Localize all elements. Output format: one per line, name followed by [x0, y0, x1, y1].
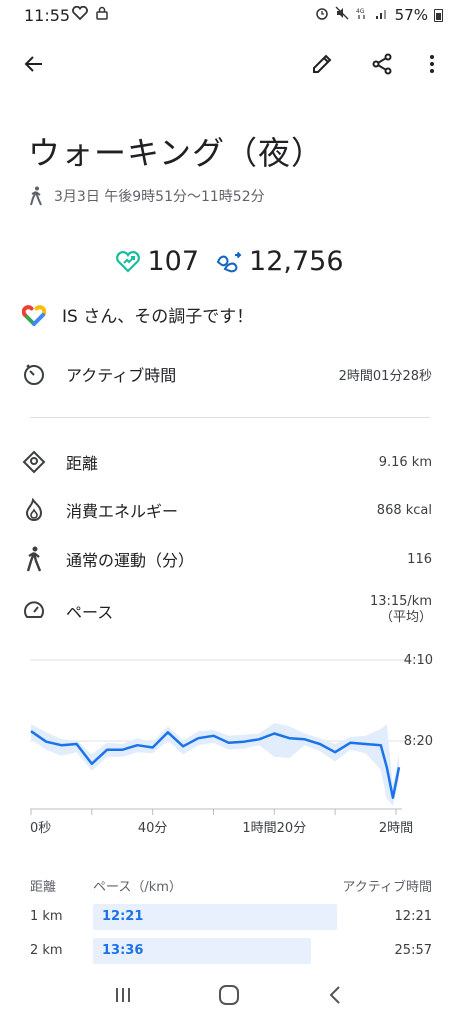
- split-pace: 12:21: [102, 909, 144, 924]
- status-right-icons: 4G 57%: [315, 6, 443, 24]
- share-button[interactable]: [362, 44, 402, 84]
- activity-title: ウォーキング（夜）: [28, 134, 325, 172]
- network-4g-icon: 4G: [355, 6, 369, 24]
- activity-datetime: 3月3日 午後9時51分〜11時52分: [54, 189, 265, 205]
- metrics-row: 107 12,756: [0, 246, 459, 277]
- edit-button[interactable]: [302, 44, 342, 84]
- split-distance: 2 km: [30, 943, 63, 958]
- pace-values: 13:15/km （平均）: [370, 594, 432, 626]
- steps-metric: 12,756: [215, 246, 344, 277]
- pace-value: 13:15/km: [369, 594, 432, 609]
- splits-header-pace: ペース（/km）: [93, 880, 182, 895]
- split-row[interactable]: 2 km 13:36 25:57: [30, 938, 432, 964]
- move-minutes-row: 通常の運動（分） 116: [22, 543, 432, 575]
- encouragement-row: IS さん、その調子です！: [22, 302, 253, 327]
- distance-value: 9.16 km: [378, 454, 432, 470]
- encouragement-text: IS さん、その調子です！: [62, 307, 254, 327]
- distance-row: 距離 9.16 km: [22, 446, 432, 478]
- fit-heart-icon: [72, 5, 88, 24]
- active-time-value: 2時間01分28秒: [338, 368, 432, 384]
- lock-icon: [96, 6, 108, 24]
- share-icon: [372, 53, 392, 75]
- walking-icon: [30, 186, 42, 206]
- activity-datetime-row: 3月3日 午後9時51分〜11時52分: [28, 186, 265, 206]
- more-options-button[interactable]: [412, 44, 452, 84]
- y-tick-label: 8:20: [404, 734, 433, 749]
- move-minutes-value: 116: [407, 551, 432, 567]
- distance-label: 距離: [66, 454, 99, 473]
- splits-header-distance: 距離: [30, 880, 57, 895]
- pace-avg-note: （平均）: [379, 610, 432, 625]
- system-nav-bar: [0, 970, 459, 1024]
- alarm-icon: [315, 6, 329, 24]
- status-left-icons: [72, 5, 108, 24]
- energy-row: 消費エネルギー 868 kcal: [22, 494, 432, 526]
- home-icon: [219, 985, 240, 1005]
- x-tick-label: 40分: [138, 821, 168, 836]
- pace-chart: 4:10 8:20 0秒 40分 1時間20分 2時間: [30, 653, 433, 836]
- status-time: 11:55: [24, 6, 71, 25]
- heart-points-icon: [116, 250, 141, 273]
- mute-icon: [335, 6, 349, 24]
- chevron-left-icon: [329, 986, 340, 1004]
- speedometer-icon: [22, 598, 46, 622]
- divider: [30, 417, 430, 418]
- timer-icon: [22, 362, 46, 386]
- split-pace: 13:36: [102, 943, 144, 958]
- splits-header-active: アクティブ時間: [342, 880, 432, 895]
- steps-icon: [216, 251, 242, 272]
- walking-person-icon: [22, 546, 46, 572]
- google-fit-logo-icon: [22, 304, 46, 326]
- heart-points-value: 107: [147, 246, 200, 277]
- battery-level: 57%: [394, 6, 428, 24]
- pace-row: ペース 13:15/km （平均）: [22, 594, 432, 630]
- location-pin-icon: [22, 450, 46, 474]
- split-active-time: 12:21: [394, 909, 432, 924]
- battery-icon: [434, 8, 443, 22]
- x-tick-label: 2時間: [379, 821, 413, 836]
- pencil-icon: [313, 54, 332, 73]
- heart-points-metric: 107: [115, 246, 199, 277]
- recents-icon: [115, 988, 130, 1002]
- flame-icon: [22, 498, 46, 522]
- back-nav-button[interactable]: [326, 985, 346, 1009]
- split-active-time: 25:57: [394, 943, 432, 958]
- active-time-row: アクティブ時間 2時間01分28秒: [22, 358, 432, 390]
- pace-label: ペース: [66, 603, 114, 622]
- arrow-back-icon: [24, 56, 42, 72]
- back-button[interactable]: [14, 44, 54, 84]
- more-vert-icon: [430, 55, 434, 73]
- move-minutes-label: 通常の運動（分）: [66, 551, 195, 570]
- energy-label: 消費エネルギー: [66, 502, 179, 521]
- split-distance: 1 km: [30, 909, 63, 924]
- recent-apps-button[interactable]: [113, 985, 133, 1009]
- steps-value: 12,756: [249, 246, 344, 277]
- x-tick-label: 0秒: [30, 821, 51, 836]
- y-tick-label: 4:10: [404, 653, 433, 668]
- home-button[interactable]: [218, 984, 240, 1010]
- signal-icon: [375, 6, 389, 24]
- x-tick-label: 1時間20分: [242, 821, 306, 836]
- svg-text:4G: 4G: [356, 8, 365, 15]
- energy-value: 868 kcal: [376, 502, 432, 518]
- status-bar: 11:55 4G 57%: [0, 0, 459, 32]
- active-time-label: アクティブ時間: [66, 366, 177, 385]
- split-row[interactable]: 1 km 12:21 12:21: [30, 904, 432, 930]
